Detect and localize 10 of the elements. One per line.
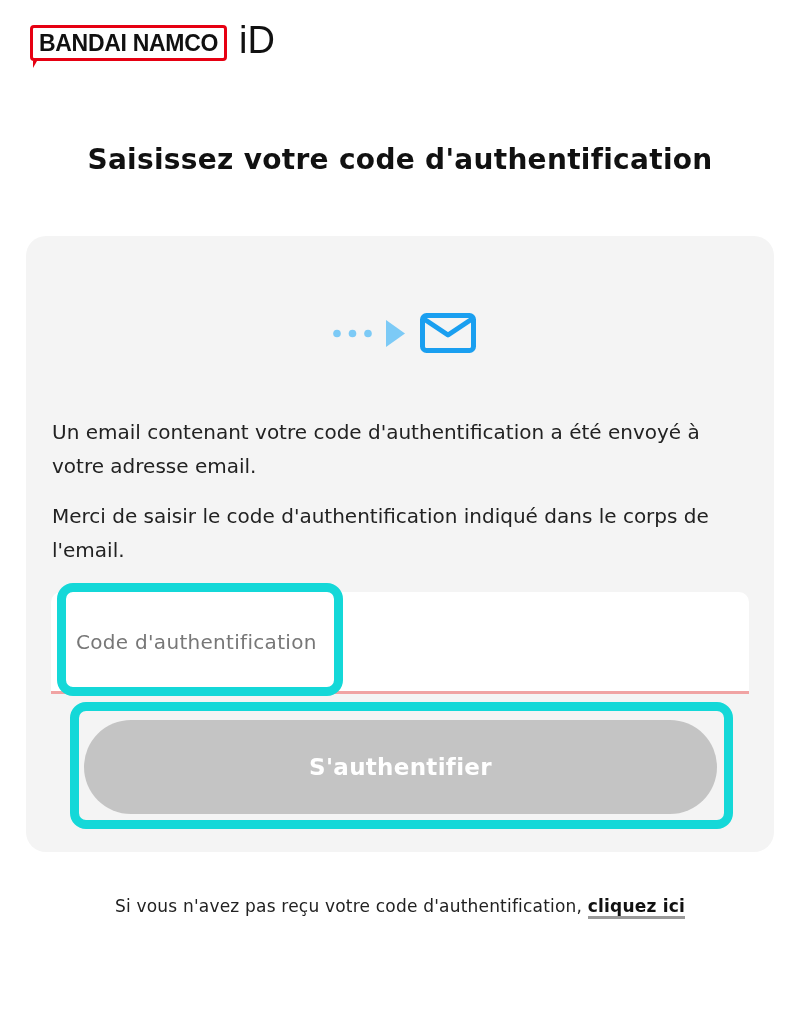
instruction-text: Un email contenant votre code d'authentification a été envoyé à votre adresse email. [51, 419, 701, 480]
dotted-arrow-icon [332, 319, 405, 347]
brand-logo: BANDAI NAMCO [30, 25, 228, 68]
page-title: Saisissez votre code d'authentification [86, 142, 714, 178]
click-here-link[interactable]: cliquez ici [587, 896, 685, 919]
resend-hint-text: Si vous n'avez pas reçu votre code d'authentification, cliquez ici [0, 895, 800, 917]
instruction-text: Merci de saisir le code d'authentification indiqué dans le corps de l'email. [51, 503, 710, 564]
code-input-field[interactable]: Code d'authentification [51, 592, 749, 694]
id-label: iD [239, 21, 275, 59]
envelope-icon [419, 313, 476, 353]
